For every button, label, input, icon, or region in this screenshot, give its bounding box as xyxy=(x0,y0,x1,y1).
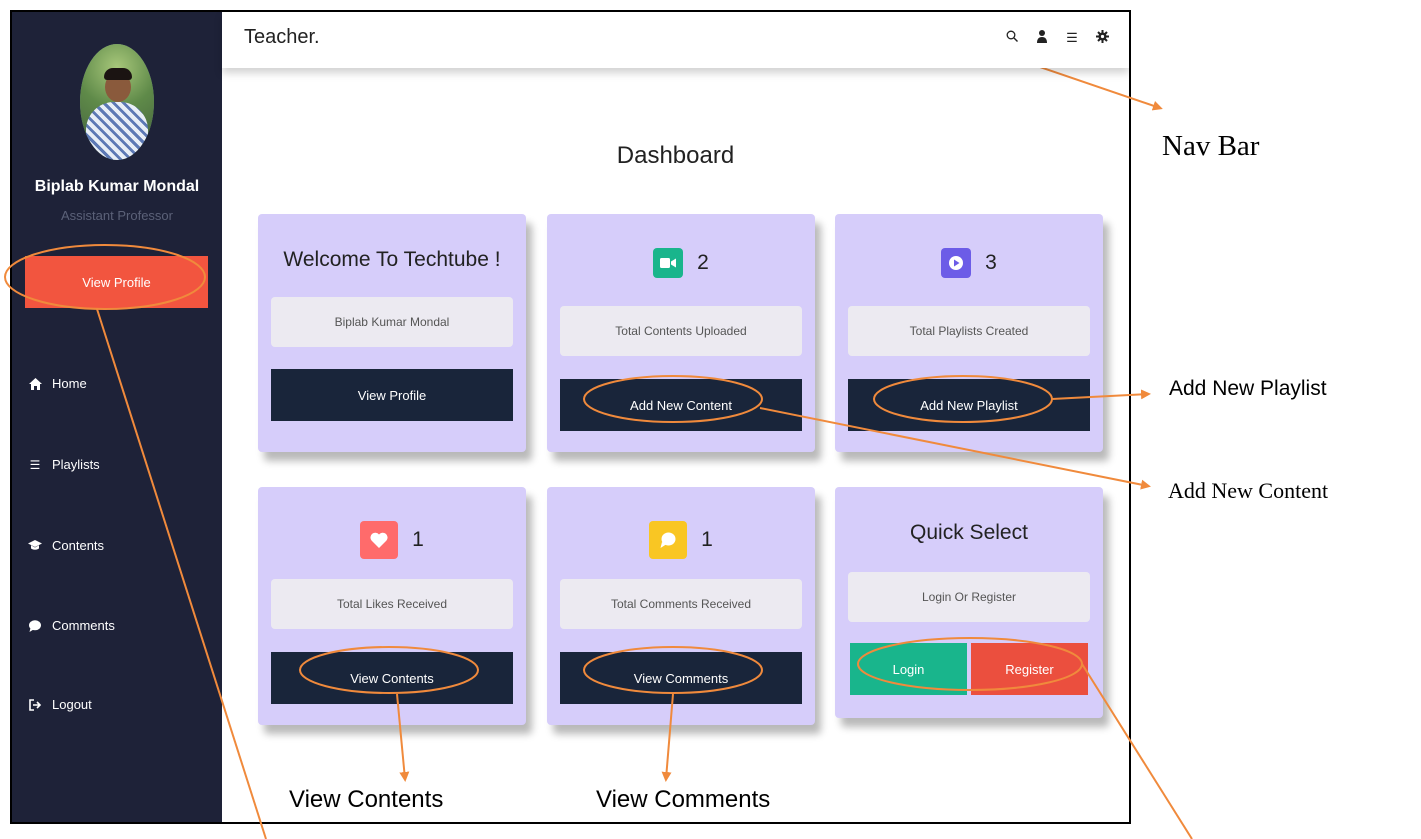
welcome-name-field: Biplab Kumar Mondal xyxy=(271,297,513,347)
view-contents-button[interactable]: View Contents xyxy=(271,652,513,704)
app-screenshot: Biplab Kumar Mondal Assistant Professor … xyxy=(10,10,1131,824)
welcome-card: Welcome To Techtube ! Biplab Kumar Monda… xyxy=(258,214,526,452)
comments-card: 1 Total Comments Received View Comments xyxy=(547,487,815,725)
nav-bar: Teacher. ☰ xyxy=(222,12,1129,68)
sidebar-item-label: Playlists xyxy=(52,457,100,472)
profile-name: Biplab Kumar Mondal xyxy=(34,178,200,195)
login-register-field: Login Or Register xyxy=(848,572,1090,622)
heart-icon xyxy=(360,521,399,559)
nav-icons: ☰ xyxy=(1005,30,1109,46)
stage: Biplab Kumar Mondal Assistant Professor … xyxy=(0,0,1421,839)
contents-card: 2 Total Contents Uploaded Add New Conten… xyxy=(547,214,815,452)
contents-count: 2 xyxy=(697,251,709,274)
contents-label-field: Total Contents Uploaded xyxy=(560,306,802,356)
comment-bubble-icon xyxy=(649,521,688,559)
sidebar-item-label: Comments xyxy=(52,618,115,633)
auth-buttons: Login Register xyxy=(850,643,1088,695)
sidebar-item-label: Contents xyxy=(52,538,105,553)
sidebar-item-playlists[interactable]: ☰ Playlists xyxy=(26,457,100,472)
profile-role: Assistant Professor xyxy=(61,208,173,223)
comment-icon xyxy=(26,619,44,632)
settings-icon[interactable] xyxy=(1095,30,1109,46)
home-icon xyxy=(26,377,44,390)
add-new-playlist-button[interactable]: Add New Playlist xyxy=(848,379,1090,431)
comments-count: 1 xyxy=(701,528,713,551)
quick-select-card: Quick Select Login Or Register Login Reg… xyxy=(835,487,1103,718)
sidebar-item-label: Home xyxy=(52,376,87,391)
sidebar: Biplab Kumar Mondal Assistant Professor … xyxy=(12,12,222,822)
search-icon[interactable] xyxy=(1005,30,1019,46)
nav-bar-annotation: Nav Bar xyxy=(1162,130,1260,162)
sidebar-item-label: Logout xyxy=(52,697,92,712)
playlists-card: 3 Total Playlists Created Add New Playli… xyxy=(835,214,1103,452)
add-new-playlist-annotation: Add New Playlist xyxy=(1169,377,1327,400)
card-title: Welcome To Techtube ! xyxy=(283,248,501,271)
likes-count: 1 xyxy=(412,528,424,551)
sidebar-item-comments[interactable]: Comments xyxy=(26,618,115,633)
add-new-content-button[interactable]: Add New Content xyxy=(560,379,802,431)
sidebar-item-contents[interactable]: Contents xyxy=(26,538,104,553)
user-icon[interactable] xyxy=(1035,30,1049,46)
graduation-cap-icon xyxy=(26,540,44,551)
menu-icon[interactable]: ☰ xyxy=(1065,30,1079,46)
likes-label-field: Total Likes Received xyxy=(271,579,513,629)
avatar xyxy=(80,44,154,160)
sidebar-item-home[interactable]: Home xyxy=(26,376,87,391)
comments-label-field: Total Comments Received xyxy=(560,579,802,629)
register-button[interactable]: Register xyxy=(971,643,1088,695)
view-comments-annotation: View Comments xyxy=(596,786,771,813)
main-content: Dashboard Welcome To Techtube ! Biplab K… xyxy=(222,68,1129,822)
add-new-content-annotation: Add New Content xyxy=(1168,478,1329,503)
login-button[interactable]: Login xyxy=(850,643,967,695)
brand-title: Teacher. xyxy=(244,26,320,48)
logout-icon xyxy=(26,698,44,711)
sidebar-view-profile-button[interactable]: View Profile xyxy=(25,256,208,308)
sidebar-item-logout[interactable]: Logout xyxy=(26,697,92,712)
view-comments-button[interactable]: View Comments xyxy=(560,652,802,704)
likes-card: 1 Total Likes Received View Contents xyxy=(258,487,526,725)
playlists-label-field: Total Playlists Created xyxy=(848,306,1090,356)
play-icon xyxy=(941,248,972,278)
page-title: Dashboard xyxy=(616,142,735,169)
playlists-count: 3 xyxy=(985,251,997,274)
card-title: Quick Select xyxy=(910,521,1028,544)
video-icon xyxy=(653,248,684,278)
list-icon: ☰ xyxy=(29,457,41,472)
view-profile-button[interactable]: View Profile xyxy=(271,369,513,421)
view-contents-annotation: View Contents xyxy=(289,786,444,813)
